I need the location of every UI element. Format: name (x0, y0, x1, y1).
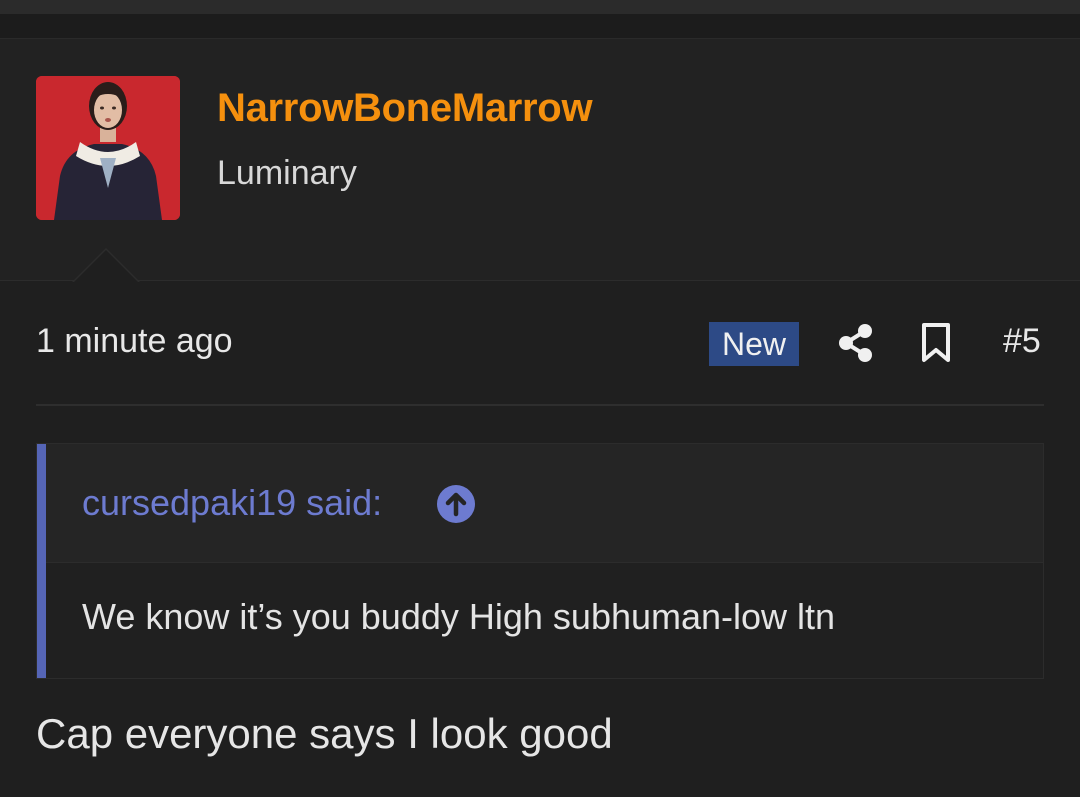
top-bar-shadow (0, 14, 1080, 39)
new-badge: New (709, 322, 800, 366)
share-icon (839, 324, 872, 362)
post-timestamp[interactable]: 1 minute ago (36, 322, 233, 361)
bookmark-icon (922, 323, 950, 362)
quote-block: cursedpaki19 said: We know it’s you budd… (36, 443, 1044, 679)
divider (36, 404, 1044, 406)
quote-header: cursedpaki19 said: (46, 444, 1043, 563)
post-meta-row: 1 minute ago New #5 (0, 300, 1080, 386)
bookmark-button[interactable] (919, 322, 953, 364)
user-block-pointer-inner (73, 250, 139, 283)
quote-text: We know it’s you buddy High subhuman-low… (82, 596, 836, 637)
arrow-up-circle-icon (437, 485, 475, 523)
user-info-block: NarrowBoneMarrow Luminary (0, 39, 1080, 281)
quote-accent-bar (37, 444, 46, 678)
avatar-image (36, 76, 180, 220)
post-number-link[interactable]: #5 (1003, 322, 1041, 361)
quote-goto-button[interactable] (436, 484, 476, 524)
quote-author-link[interactable]: cursedpaki19 said: (82, 482, 382, 524)
username-link[interactable]: NarrowBoneMarrow (217, 86, 593, 131)
top-bar (0, 0, 1080, 14)
share-button[interactable] (836, 323, 876, 363)
post-message: Cap everyone says I look good (36, 710, 613, 757)
avatar[interactable] (36, 76, 180, 220)
user-title: Luminary (217, 154, 357, 192)
